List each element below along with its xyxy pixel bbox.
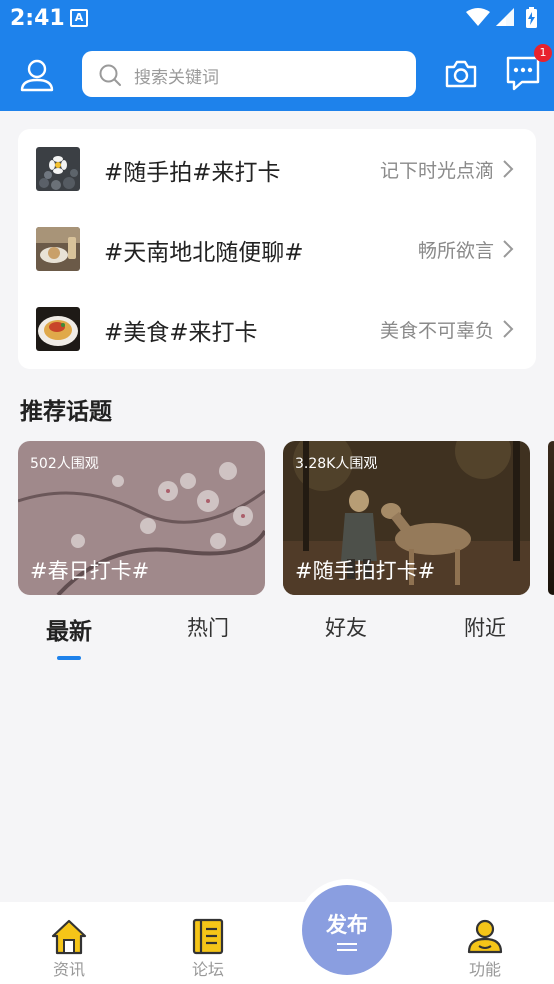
topic-title: #随手拍#来打卡 [104,160,281,186]
topic-row[interactable]: #天南地北随便聊# 畅所欲言 [18,209,536,289]
search-icon [99,64,121,86]
search-input[interactable]: 搜索关键词 [82,51,416,97]
tab-nearby[interactable]: 附近 [464,612,506,642]
wifi-icon [466,8,490,26]
recommended-topic-title: #随手拍打卡# [295,559,436,583]
chevron-right-icon [503,160,514,178]
cafe-photo [36,227,80,271]
search-placeholder: 搜索关键词 [134,68,219,88]
nav-item-functions[interactable]: 功能 [440,902,530,984]
status-icons [466,7,537,28]
user-icon[interactable] [18,56,56,94]
publish-label: 发布 [326,913,368,937]
chevron-right-icon [503,320,514,338]
tab-hot[interactable]: 热门 [187,612,229,642]
recommended-topic-title: #春日打卡# [30,559,150,583]
nav-label: 功能 [468,960,501,979]
topic-row[interactable]: #随手拍#来打卡 记下时光点滴 [18,129,536,209]
recommended-topic-card[interactable]: 3.28K人围观 #随手拍打卡# [283,441,530,595]
nav-item-forum[interactable]: 论坛 [163,902,253,984]
battery-icon [526,7,537,28]
status-bar: 2:41 A [0,0,554,38]
nav-label: 资讯 [52,960,85,979]
active-tab-indicator [57,656,81,660]
chevron-right-icon [503,240,514,258]
topic-title: #美食#来打卡 [104,320,258,346]
topic-row[interactable]: #美食#来打卡 美食不可辜负 [18,289,536,369]
recommended-topic-card-peek[interactable] [548,441,554,595]
app-header: 2:41 A 搜索关键词 1 [0,0,554,111]
notification-icon: A [70,9,88,27]
publish-button[interactable]: 发布 [302,885,392,975]
topic-title: #天南地北随便聊# [104,240,304,266]
views-count: 3.28K人围观 [295,456,378,472]
status-time: 2:41 [10,6,65,31]
topic-desc: 畅所欲言 [417,240,494,262]
profile-icon [467,919,503,954]
topic-desc: 美食不可辜负 [379,320,494,342]
home-icon [51,919,87,955]
topic-list-card: #随手拍#来打卡 记下时光点滴 #天南地北随便聊# 畅所欲言 #美食#来打卡 美… [18,129,536,369]
tab-latest[interactable]: 最新 [46,612,92,646]
tab-friends[interactable]: 好友 [325,612,367,642]
section-title: 推荐话题 [20,399,112,425]
pasta-photo [36,307,80,351]
recommended-topic-card[interactable]: 502人围观 #春日打卡# [18,441,265,595]
views-count: 502人围观 [30,456,99,472]
forum-icon [192,918,224,955]
nav-item-news[interactable]: 资讯 [24,902,114,984]
bottom-navigation: 资讯 论坛 功能 [0,902,554,984]
flower-photo [36,147,80,191]
message-badge: 1 [534,44,552,62]
nav-label: 论坛 [191,960,224,979]
topic-desc: 记下时光点滴 [379,160,494,182]
menu-lines-icon [337,943,357,951]
top-toolbar: 搜索关键词 1 [0,44,554,100]
camera-icon[interactable] [444,58,478,90]
